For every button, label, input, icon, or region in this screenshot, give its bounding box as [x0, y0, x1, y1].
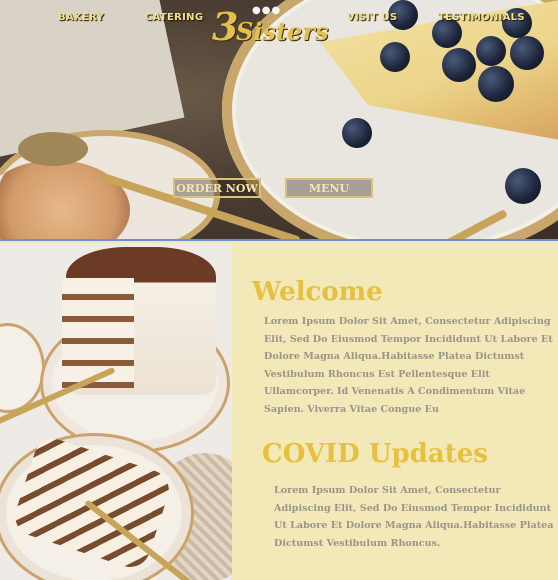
nav-visit-us[interactable]: VISIT US — [347, 12, 397, 23]
blueberry-image — [442, 48, 476, 82]
blueberry-image — [380, 42, 410, 72]
blueberry-image — [342, 118, 372, 148]
blueberry-image — [476, 36, 506, 66]
covid-heading: COVID Updates — [262, 439, 488, 469]
nav-bakery[interactable]: BAKERY — [58, 12, 104, 23]
covid-text: Lorem Ipsum Dolor Sit Amet, Consectetur … — [274, 485, 554, 549]
tiramisu-photo — [0, 243, 232, 580]
coin-image — [18, 132, 88, 166]
brand-logo[interactable]: ●●● 3 Sisters — [212, 4, 328, 49]
logo-number: 3 — [212, 4, 239, 49]
hero-banner: BAKERY CATERING VISIT US TESTIMONIALS ●●… — [0, 0, 558, 241]
info-section: Welcome Lorem Ipsum Dolor Sit Amet, Cons… — [232, 243, 558, 580]
nav-testimonials[interactable]: TESTIMONIALS — [438, 12, 525, 23]
nav-catering[interactable]: CATERING — [145, 12, 203, 23]
welcome-heading: Welcome — [252, 277, 383, 307]
chef-hat-icon: ●●● — [252, 5, 282, 16]
blueberry-image — [478, 66, 514, 102]
menu-button[interactable]: MENU — [285, 178, 373, 198]
blueberry-image — [505, 168, 541, 204]
welcome-text: Lorem Ipsum Dolor Sit Amet, Consectetur … — [264, 316, 553, 415]
cake-layers-image — [62, 278, 134, 388]
logo-word: Sisters — [236, 17, 329, 46]
blueberry-image — [510, 36, 544, 70]
order-now-button[interactable]: ORDER NOW — [173, 178, 261, 198]
